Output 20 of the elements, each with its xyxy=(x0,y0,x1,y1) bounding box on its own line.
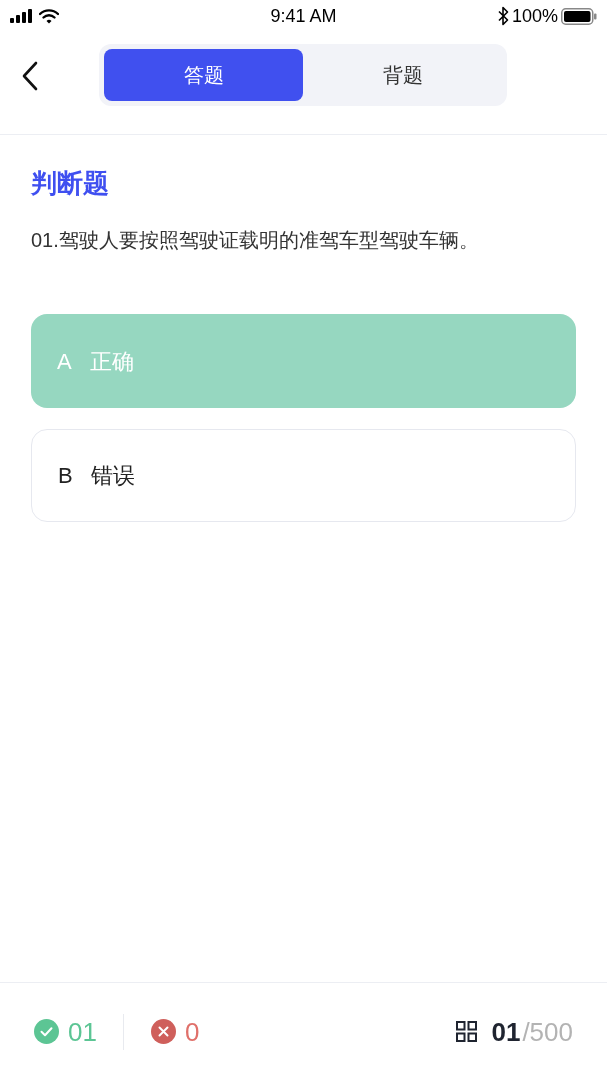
battery-percent: 100% xyxy=(511,4,558,28)
signal-icon xyxy=(10,9,34,23)
status-time: 9:41 AM xyxy=(270,4,337,28)
current-question-number: 01 xyxy=(491,1018,521,1045)
question-text: 01.驾驶人要按照驾驶证载明的准驾车型驾驶车辆。 xyxy=(31,228,480,253)
grid-icon xyxy=(455,1021,477,1042)
battery-icon xyxy=(561,7,597,25)
mode-tab[interactable]: 答题 xyxy=(104,49,303,101)
wrong-cross-icon xyxy=(150,1019,176,1044)
bluetooth-icon xyxy=(497,6,509,26)
correct-count: 01 xyxy=(68,1018,97,1045)
correct-check-icon xyxy=(34,1019,59,1044)
question-type-title: 判断题 xyxy=(31,167,110,200)
question-grid-button[interactable] xyxy=(455,1020,478,1043)
wrong-count: 0 xyxy=(184,1018,200,1045)
total-questions: /500 xyxy=(522,1018,573,1045)
wifi-icon xyxy=(39,8,59,24)
back-chevron-icon xyxy=(21,61,39,91)
answer-option[interactable]: B 错误 xyxy=(31,429,576,522)
mode-tab[interactable]: 背题 xyxy=(303,49,502,101)
